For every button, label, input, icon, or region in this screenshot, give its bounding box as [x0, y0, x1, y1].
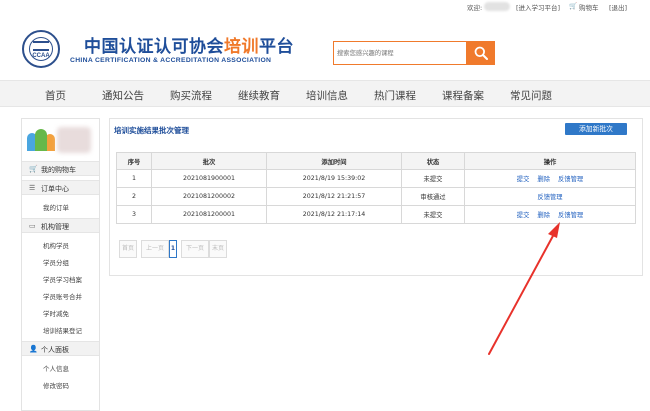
annotation-arrow — [488, 222, 560, 355]
